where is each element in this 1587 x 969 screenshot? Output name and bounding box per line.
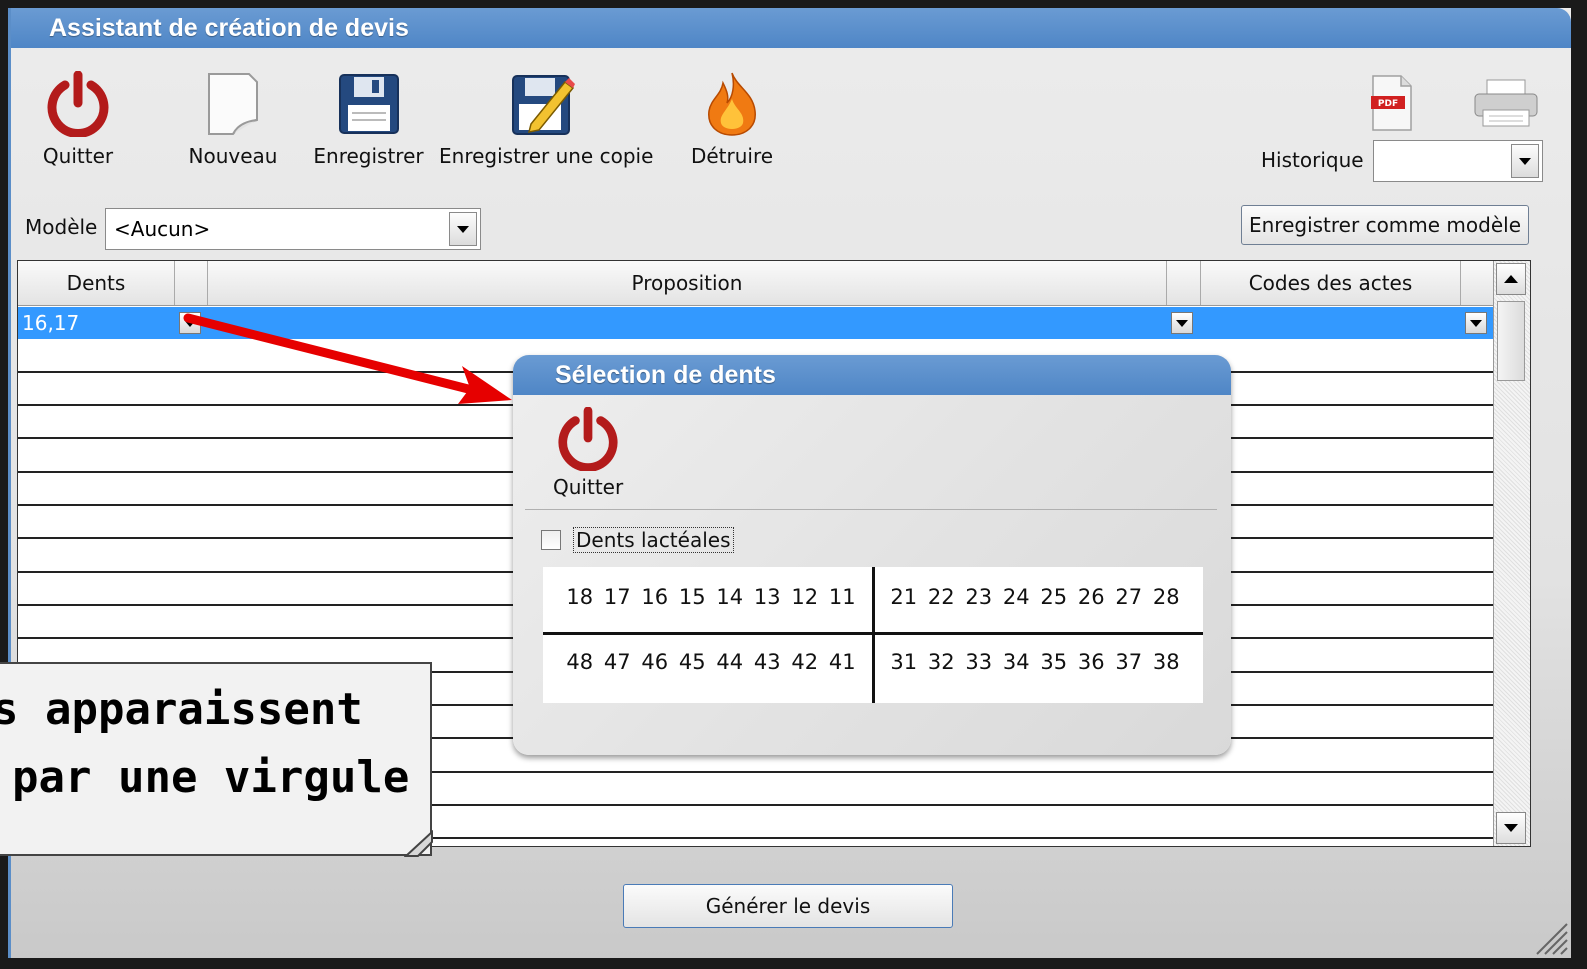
dialog-quit-label: Quitter bbox=[553, 475, 624, 499]
tooth-41[interactable]: 41 bbox=[824, 650, 862, 674]
tooth-14[interactable]: 14 bbox=[711, 585, 749, 609]
tooth-45[interactable]: 45 bbox=[674, 650, 712, 674]
codes-dropdown-button[interactable] bbox=[1465, 312, 1487, 334]
save-copy-label: Enregistrer une copie bbox=[439, 144, 654, 168]
tooth-47[interactable]: 47 bbox=[599, 650, 637, 674]
callout-line-1: s apparaissent bbox=[0, 684, 363, 735]
tooth-21[interactable]: 21 bbox=[885, 585, 923, 609]
table-row-selected[interactable]: 16,17 bbox=[18, 307, 1494, 339]
upper-right-quadrant: 18 17 16 15 14 13 12 11 bbox=[561, 585, 861, 609]
destroy-label: Détruire bbox=[690, 144, 774, 168]
scroll-down-button[interactable] bbox=[1496, 812, 1526, 844]
tooth-24[interactable]: 24 bbox=[998, 585, 1036, 609]
checkbox-box[interactable] bbox=[541, 530, 561, 550]
scroll-up-button[interactable] bbox=[1496, 263, 1526, 295]
new-document-icon bbox=[183, 70, 283, 138]
save-button[interactable]: Enregistrer bbox=[311, 70, 426, 168]
tooth-selection-dialog: Sélection de dents Quitter Dents lactéal… bbox=[513, 355, 1231, 755]
annotation-callout: s apparaissent par une virgule bbox=[0, 662, 432, 856]
tooth-28[interactable]: 28 bbox=[1148, 585, 1186, 609]
table-header: Dents Proposition Codes des actes bbox=[18, 261, 1494, 306]
power-icon bbox=[33, 70, 123, 138]
tooth-43[interactable]: 43 bbox=[749, 650, 787, 674]
tooth-48[interactable]: 48 bbox=[561, 650, 599, 674]
tooth-46[interactable]: 46 bbox=[636, 650, 674, 674]
tooth-44[interactable]: 44 bbox=[711, 650, 749, 674]
resize-grip-icon[interactable] bbox=[1533, 920, 1569, 956]
tooth-17[interactable]: 17 bbox=[599, 585, 637, 609]
save-as-model-button[interactable]: Enregistrer comme modèle bbox=[1241, 205, 1529, 245]
generate-quote-button[interactable]: Générer le devis bbox=[623, 884, 953, 928]
tooth-15[interactable]: 15 bbox=[674, 585, 712, 609]
tooth-18[interactable]: 18 bbox=[561, 585, 599, 609]
model-label: Modèle bbox=[25, 215, 98, 239]
row-dents-value[interactable]: 16,17 bbox=[22, 311, 79, 335]
dialog-title: Sélection de dents bbox=[513, 355, 1231, 395]
destroy-button[interactable]: Détruire bbox=[677, 70, 787, 168]
proposition-dropdown-button[interactable] bbox=[1171, 312, 1193, 334]
flame-icon bbox=[677, 70, 787, 138]
dialog-quit-button[interactable]: Quitter bbox=[553, 406, 624, 499]
power-icon bbox=[558, 406, 618, 472]
lower-left-quadrant: 31 32 33 34 35 36 37 38 bbox=[885, 650, 1185, 674]
tooth-34[interactable]: 34 bbox=[998, 650, 1036, 674]
milk-teeth-label: Dents lactéales bbox=[573, 527, 734, 553]
tooth-23[interactable]: 23 bbox=[960, 585, 998, 609]
tooth-25[interactable]: 25 bbox=[1035, 585, 1073, 609]
callout-line-2: par une virgule bbox=[12, 752, 410, 803]
tooth-22[interactable]: 22 bbox=[923, 585, 961, 609]
column-header-codes[interactable]: Codes des actes bbox=[1201, 261, 1461, 305]
pdf-export-icon[interactable]: PDF bbox=[1369, 74, 1415, 136]
column-header-spacer bbox=[1167, 261, 1201, 305]
dents-dropdown-button[interactable] bbox=[179, 312, 201, 334]
tooth-chart-vertical-divider bbox=[872, 567, 875, 703]
lower-right-quadrant: 48 47 46 45 44 43 42 41 bbox=[561, 650, 861, 674]
tooth-35[interactable]: 35 bbox=[1035, 650, 1073, 674]
tooth-38[interactable]: 38 bbox=[1148, 650, 1186, 674]
history-select[interactable] bbox=[1373, 140, 1543, 182]
tooth-32[interactable]: 32 bbox=[923, 650, 961, 674]
svg-text:PDF: PDF bbox=[1378, 99, 1398, 109]
tooth-37[interactable]: 37 bbox=[1110, 650, 1148, 674]
tooth-chart-horizontal-divider bbox=[543, 632, 1203, 635]
floppy-pencil-icon bbox=[439, 70, 649, 138]
new-label: Nouveau bbox=[188, 144, 278, 168]
milk-teeth-checkbox[interactable]: Dents lactéales bbox=[541, 527, 734, 553]
column-header-spacer bbox=[175, 261, 208, 305]
tooth-12[interactable]: 12 bbox=[786, 585, 824, 609]
model-select[interactable]: <Aucun> bbox=[105, 208, 481, 250]
callout-fold-icon bbox=[404, 830, 433, 857]
tooth-31[interactable]: 31 bbox=[885, 650, 923, 674]
column-header-dents[interactable]: Dents bbox=[18, 261, 175, 305]
upper-left-quadrant: 21 22 23 24 25 26 27 28 bbox=[885, 585, 1185, 609]
chevron-down-icon[interactable] bbox=[449, 212, 477, 246]
tooth-13[interactable]: 13 bbox=[749, 585, 787, 609]
tooth-16[interactable]: 16 bbox=[636, 585, 674, 609]
tooth-11[interactable]: 11 bbox=[824, 585, 862, 609]
tooth-42[interactable]: 42 bbox=[786, 650, 824, 674]
quit-button[interactable]: Quitter bbox=[33, 70, 123, 168]
tooth-27[interactable]: 27 bbox=[1110, 585, 1148, 609]
column-header-spacer bbox=[1461, 261, 1494, 305]
history-label: Historique bbox=[1261, 148, 1364, 172]
tooth-chart: 18 17 16 15 14 13 12 11 21 22 23 24 25 2… bbox=[543, 567, 1203, 703]
save-copy-button[interactable]: Enregistrer une copie bbox=[439, 70, 654, 168]
vertical-scrollbar[interactable] bbox=[1493, 261, 1530, 846]
chevron-down-icon[interactable] bbox=[1511, 144, 1539, 178]
floppy-disk-icon bbox=[311, 70, 426, 138]
tooth-36[interactable]: 36 bbox=[1073, 650, 1111, 674]
scroll-thumb[interactable] bbox=[1497, 301, 1525, 381]
save-label: Enregistrer bbox=[313, 144, 424, 168]
tooth-33[interactable]: 33 bbox=[960, 650, 998, 674]
column-header-proposition[interactable]: Proposition bbox=[208, 261, 1167, 305]
new-button[interactable]: Nouveau bbox=[183, 70, 283, 168]
divider bbox=[525, 509, 1217, 510]
model-value: <Aucun> bbox=[114, 217, 211, 241]
tooth-26[interactable]: 26 bbox=[1073, 585, 1111, 609]
printer-icon[interactable] bbox=[1473, 78, 1539, 132]
window-title: Assistant de création de devis bbox=[11, 8, 1571, 48]
quit-label: Quitter bbox=[42, 144, 114, 168]
